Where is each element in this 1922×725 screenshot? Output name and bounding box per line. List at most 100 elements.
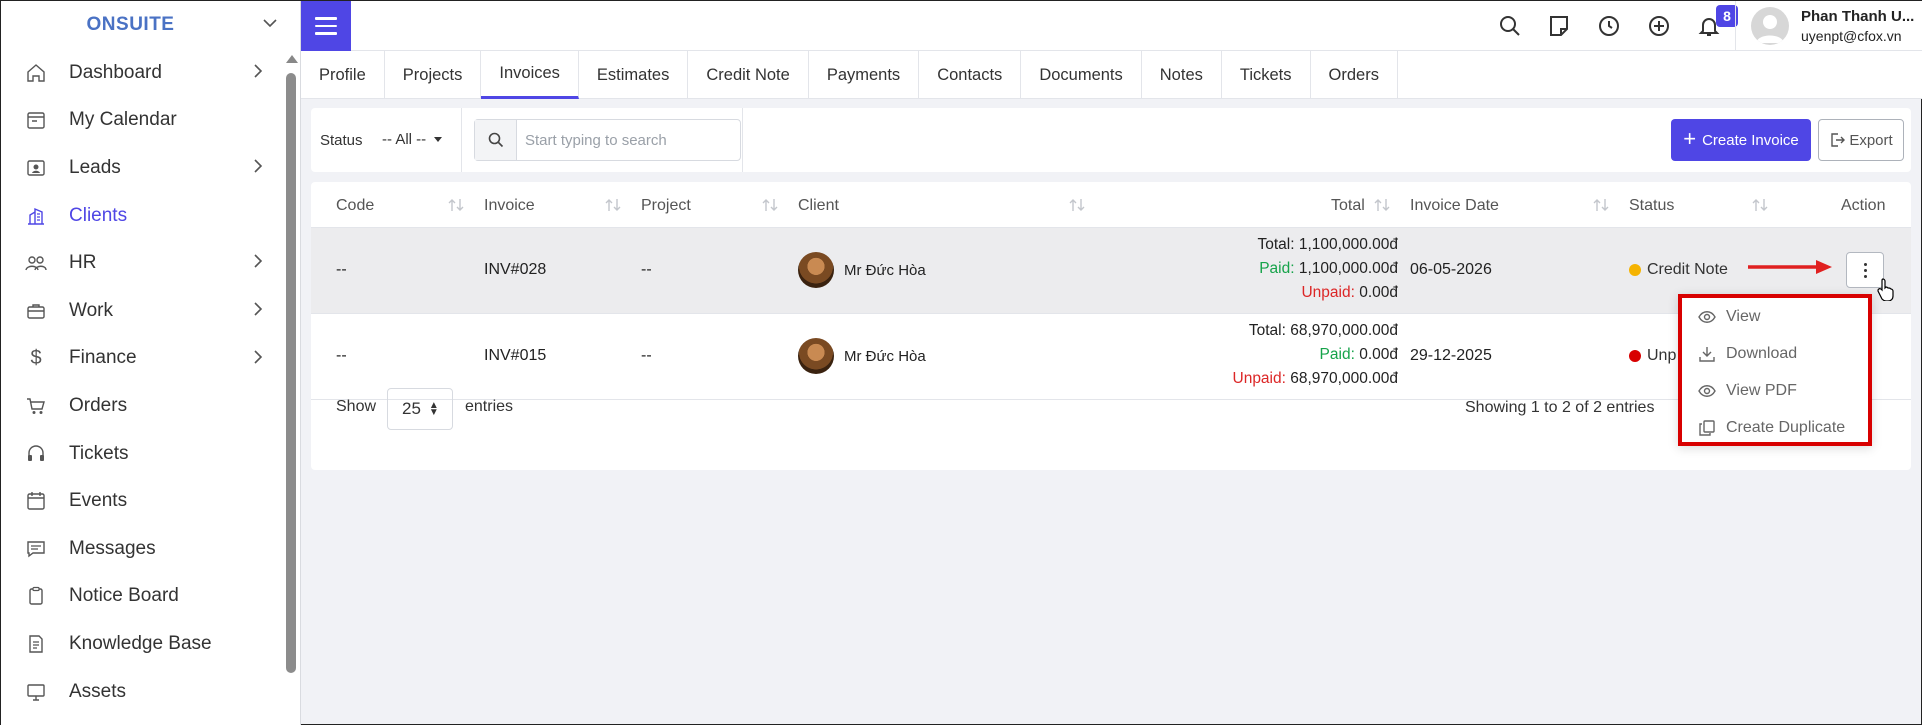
sort-icon[interactable] (1752, 198, 1768, 212)
cell-invoice-date: 06-05-2026 (1410, 261, 1492, 278)
brand-name: ONSUITE (86, 14, 175, 35)
paid-value: 1,100,000.00đ (1298, 260, 1398, 277)
plus-circle-icon[interactable] (1647, 14, 1671, 38)
tab-contacts[interactable]: Contacts (919, 51, 1022, 99)
sidebar-item-notice-board[interactable]: Notice Board (1, 573, 283, 621)
sidebar-item-my-calendar[interactable]: My Calendar (1, 97, 283, 145)
menu-item-label: View (1726, 307, 1761, 325)
tab-invoices[interactable]: Invoices (481, 51, 579, 99)
table-info: Showing 1 to 2 of 2 entries (1465, 399, 1655, 416)
cell-client[interactable]: Mr Đức Hòa (798, 252, 926, 288)
menu-item-label: View PDF (1726, 381, 1797, 399)
unpaid-value: 0.00đ (1359, 284, 1398, 301)
tab-orders[interactable]: Orders (1311, 51, 1398, 99)
entries-label: entries (465, 398, 514, 415)
chevron-down-icon[interactable] (262, 15, 278, 31)
plus-icon: + (1683, 126, 1697, 151)
sidebar-item-events[interactable]: Events (1, 477, 283, 525)
tab-notes[interactable]: Notes (1142, 51, 1222, 99)
unpaid-label: Unpaid: (1301, 284, 1355, 301)
export-button[interactable]: Export (1818, 119, 1904, 161)
tab-tickets[interactable]: Tickets (1222, 51, 1311, 99)
tab-payments[interactable]: Payments (809, 51, 920, 99)
sidebar-item-orders[interactable]: Orders (1, 382, 283, 430)
sidebar-item-finance[interactable]: $ Finance (1, 335, 283, 383)
sidebar-item-clients[interactable]: Clients (1, 192, 283, 240)
sort-icon[interactable] (605, 198, 621, 212)
sort-icon[interactable] (448, 198, 464, 212)
menu-toggle-button[interactable] (301, 1, 351, 51)
clock-icon[interactable] (1597, 14, 1621, 38)
menu-item-view[interactable]: View (1682, 298, 1868, 335)
status-filter-value: -- All -- (382, 131, 427, 148)
page-length-select[interactable]: 25 ▲ ▼ (387, 388, 453, 430)
kebab-dot (1863, 262, 1867, 266)
avatar[interactable] (1751, 7, 1789, 45)
tab-estimates[interactable]: Estimates (579, 51, 689, 99)
tab-credit-note[interactable]: Credit Note (688, 51, 809, 99)
column-header-invoice-date[interactable]: Invoice Date (1410, 197, 1499, 215)
page-length-value: 25 (402, 399, 421, 418)
sidebar-item-tickets[interactable]: Tickets (1, 430, 283, 478)
export-icon (1831, 133, 1846, 147)
sidebar-item-label: Notice Board (69, 585, 179, 607)
menu-item-create-duplicate[interactable]: Create Duplicate (1682, 409, 1868, 446)
download-icon (1698, 345, 1716, 363)
sidebar-item-hr[interactable]: HR (1, 239, 283, 287)
scroll-thumb[interactable] (286, 73, 296, 673)
sidebar: ONSUITE Dashboard My Calendar Leads Clie… (1, 1, 301, 725)
sidebar-item-work[interactable]: Work (1, 287, 283, 335)
search-input[interactable] (517, 120, 740, 160)
column-header-status[interactable]: Status (1629, 197, 1674, 215)
user-name[interactable]: Phan Thanh U... (1801, 8, 1914, 25)
client-tabs: Profile Projects Invoices Estimates Cred… (301, 51, 1922, 99)
sticky-note-icon[interactable] (1547, 14, 1571, 38)
sidebar-item-label: Assets (69, 680, 127, 702)
chevron-right-icon (254, 254, 263, 268)
users-icon (25, 252, 47, 274)
sidebar-item-label: My Calendar (69, 109, 177, 131)
column-header-client[interactable]: Client (798, 197, 839, 215)
tab-documents[interactable]: Documents (1021, 51, 1142, 99)
scroll-up-arrow-icon[interactable] (286, 55, 298, 63)
sidebar-item-knowledge-base[interactable]: Knowledge Base (1, 620, 283, 668)
tab-projects[interactable]: Projects (385, 51, 482, 99)
column-header-project[interactable]: Project (641, 197, 691, 215)
sidebar-item-leads[interactable]: Leads (1, 144, 283, 192)
sidebar-scrollbar[interactable] (285, 53, 298, 725)
chevron-right-icon (254, 159, 263, 173)
menu-item-download[interactable]: Download (1682, 335, 1868, 372)
cell-invoice[interactable]: INV#028 (484, 261, 546, 279)
dollar-icon: $ (30, 346, 42, 369)
column-header-code[interactable]: Code (336, 197, 374, 215)
menu-item-view-pdf[interactable]: View PDF (1682, 372, 1868, 409)
headset-icon (25, 443, 47, 465)
status-text: Credit Note (1647, 261, 1728, 278)
sidebar-item-assets[interactable]: Assets (1, 668, 283, 716)
contact-card-icon (25, 157, 47, 179)
client-name: Mr Đức Hòa (844, 261, 926, 279)
sidebar-item-messages[interactable]: Messages (1, 525, 283, 573)
column-header-invoice[interactable]: Invoice (484, 197, 535, 215)
annotation-arrow-icon (1748, 260, 1832, 274)
caret-down-icon (434, 137, 443, 142)
sort-icon[interactable] (1593, 198, 1609, 212)
sort-icon[interactable] (762, 198, 778, 212)
sidebar-item-label: Knowledge Base (69, 632, 212, 654)
sort-icon[interactable] (1069, 198, 1085, 212)
sidebar-item-label: Leads (69, 156, 121, 178)
search-icon[interactable] (1498, 14, 1522, 38)
column-header-total[interactable]: Total (1331, 197, 1365, 215)
status-filter-label: Status (320, 132, 363, 149)
kebab-dot (1863, 268, 1867, 272)
sort-icon[interactable] (1374, 198, 1390, 212)
sidebar-item-dashboard[interactable]: Dashboard (1, 49, 283, 97)
status-dot (1629, 264, 1641, 276)
user-email: uyenpt@cfox.vn (1801, 28, 1902, 44)
total-value: 1,100,000.00đ (1298, 236, 1398, 253)
chevron-right-icon (254, 349, 263, 364)
status-filter-select[interactable]: -- All -- (382, 131, 443, 148)
tab-profile[interactable]: Profile (301, 51, 385, 99)
create-invoice-button[interactable]: + Create Invoice (1671, 119, 1811, 161)
brand-header[interactable]: ONSUITE (1, 1, 300, 49)
